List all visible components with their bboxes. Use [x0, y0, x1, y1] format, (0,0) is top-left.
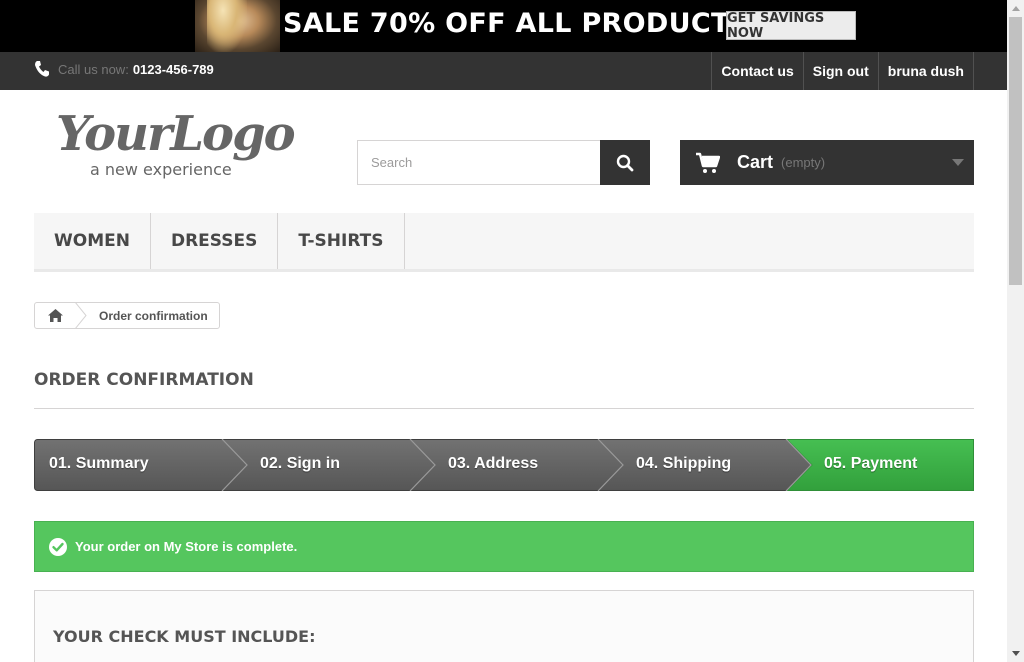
chevron-down-icon — [952, 159, 964, 166]
search-button[interactable] — [600, 140, 650, 185]
scroll-down-arrow-icon — [1011, 651, 1020, 656]
page-title: ORDER CONFIRMATION — [34, 370, 254, 390]
search-icon — [616, 154, 634, 171]
phone-contact: Call us now: 0123-456-789 — [34, 60, 214, 78]
breadcrumb-current: Order confirmation — [99, 308, 208, 323]
store-logo[interactable]: YourLogo a new experience — [56, 106, 296, 182]
breadcrumb: Order confirmation — [34, 302, 220, 329]
phone-icon — [35, 61, 49, 77]
checkout-steps: 01. Summary 02. Sign in 03. Address 04. … — [34, 439, 974, 491]
banner-model-photo — [195, 0, 280, 52]
main-menu: WOMEN DRESSES T-SHIRTS — [34, 213, 974, 272]
get-savings-button[interactable]: GET SAVINGS NOW — [726, 11, 856, 41]
account-links: Contact us Sign out bruna dush — [711, 52, 974, 90]
scroll-up-arrow-icon — [1011, 6, 1020, 11]
scroll-up-button[interactable] — [1007, 0, 1024, 17]
breadcrumb-home[interactable] — [35, 303, 75, 328]
step-sign-in[interactable]: 02. Sign in — [260, 455, 340, 473]
menu-item-dresses[interactable]: DRESSES — [151, 213, 279, 269]
check-circle-icon — [49, 537, 67, 556]
promo-banner[interactable]: SALE 70% OFF ALL PRODUCTS GET SAVINGS NO… — [0, 0, 1007, 52]
cart-label: Cart — [737, 152, 774, 172]
box-title: YOUR CHECK MUST INCLUDE: — [53, 627, 316, 646]
logo-wordmark: YourLogo — [56, 106, 296, 162]
contact-us-link[interactable]: Contact us — [711, 52, 802, 90]
heading-divider — [34, 408, 974, 409]
phone-number: 0123-456-789 — [132, 61, 214, 77]
shopping-cart-icon — [696, 152, 720, 173]
sign-out-link[interactable]: Sign out — [802, 52, 878, 90]
top-navbar: Call us now: 0123-456-789 Contact us Sig… — [0, 52, 1007, 90]
step-summary[interactable]: 01. Summary — [49, 455, 149, 473]
home-icon — [47, 309, 63, 322]
scroll-down-button[interactable] — [1007, 645, 1024, 662]
check-instructions-box: YOUR CHECK MUST INCLUDE: — [34, 590, 974, 662]
alert-message: Your order on My Store is complete. — [75, 539, 298, 554]
banner-headline: SALE 70% OFF ALL PRODUCTS — [283, 8, 750, 39]
step-payment: 05. Payment — [824, 455, 918, 472]
step-shipping[interactable]: 04. Shipping — [636, 455, 731, 473]
menu-item-tshirts[interactable]: T-SHIRTS — [278, 213, 405, 269]
search-input[interactable] — [357, 140, 600, 185]
page-scrollbar[interactable] — [1007, 0, 1024, 662]
menu-item-women[interactable]: WOMEN — [34, 213, 151, 269]
call-label: Call us now: — [58, 61, 129, 77]
order-success-alert: Your order on My Store is complete. — [34, 521, 974, 572]
scrollbar-thumb[interactable] — [1009, 17, 1022, 285]
logo-tagline: a new experience — [90, 160, 232, 179]
search-form — [357, 140, 650, 185]
breadcrumb-separator — [75, 303, 87, 328]
step-address[interactable]: 03. Address — [448, 455, 538, 473]
cart-status: (empty) — [781, 155, 826, 170]
account-name-link[interactable]: bruna dush — [877, 52, 974, 90]
cart-button[interactable]: Cart (empty) — [680, 140, 974, 185]
